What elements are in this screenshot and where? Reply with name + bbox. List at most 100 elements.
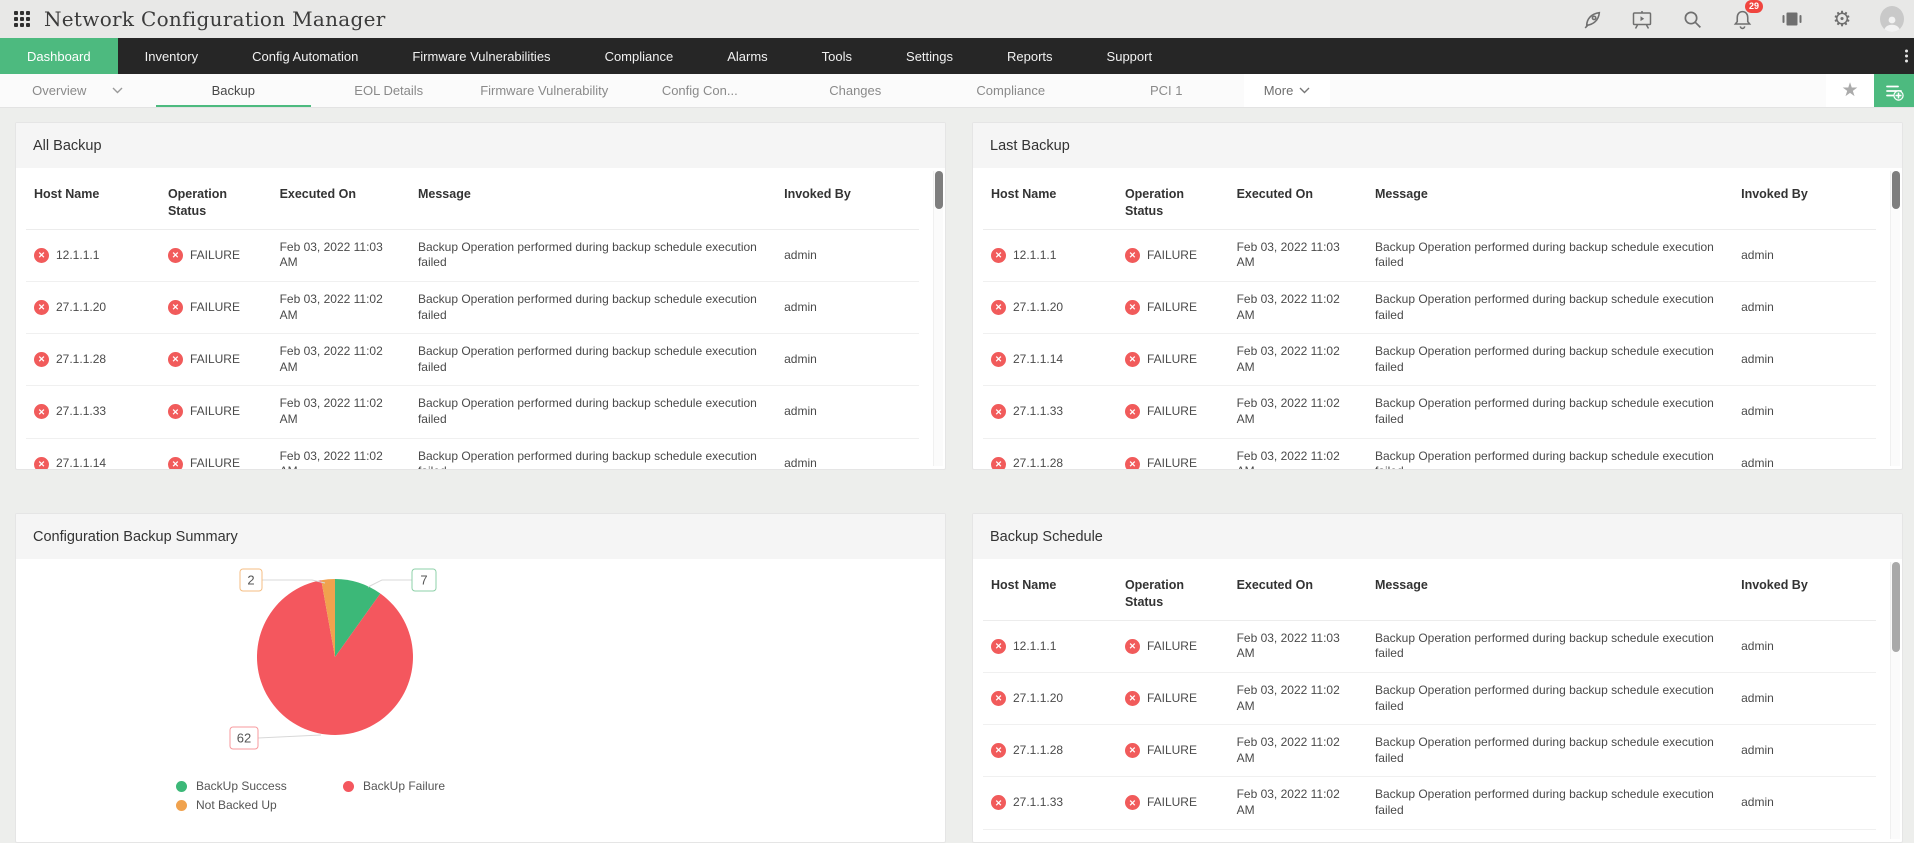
panel-header: Backup Schedule [973, 514, 1902, 559]
column-header-executed-on[interactable]: Executed On [271, 176, 410, 230]
nav-tab-alarms[interactable]: Alarms [700, 38, 794, 74]
table-row[interactable]: ✕ 27.1.1.28 ✕ FAILURE Feb 03, 2022 11:02 AMB… [983, 438, 1876, 469]
search-icon[interactable] [1680, 7, 1704, 31]
settings-gear-icon[interactable]: ⚙ [1830, 7, 1854, 31]
nav-tab-support[interactable]: Support [1080, 38, 1180, 74]
apps-grid-icon[interactable] [14, 11, 30, 27]
invoked-by-cell: admin [1733, 620, 1876, 673]
column-header-executed-on[interactable]: Executed On [1228, 176, 1367, 230]
executed-on-cell: Feb 03, 2022 11:02 AM [1228, 385, 1367, 439]
column-header-message[interactable]: Message [1366, 567, 1734, 621]
failure-status-icon: ✕ [991, 404, 1006, 420]
table-scrollbar[interactable] [1890, 171, 1900, 466]
operation-status: FAILURE [189, 456, 240, 469]
chart-legend: BackUp Success BackUp Failure Not Backed U… [176, 779, 563, 812]
dashboard-tab-overview[interactable]: Overview [0, 74, 156, 107]
column-header-executed-on[interactable]: Executed On [1228, 567, 1367, 621]
failure-status-icon: ✕ [34, 404, 49, 420]
invoked-by-cell: admin [1733, 724, 1876, 778]
table-row[interactable]: ✕ 27.1.1.20 ✕ FAILURE Feb 03, 2022 11:02 AM B… [983, 281, 1876, 335]
dashboard-tab-eol-details[interactable]: EOL Details [311, 74, 467, 107]
table-row[interactable]: ✕ 27.1.1.28 ✕ FAILURE Feb 03, 2022 11:02 AMB… [26, 333, 919, 387]
host-name: 27.1.1.33 [56, 404, 107, 419]
column-header-invoked-by[interactable]: Invoked By [776, 176, 919, 230]
column-header-message[interactable]: Message [1366, 176, 1734, 230]
tab-label: Compliance [976, 83, 1046, 98]
last-backup-table-body: Host Name Operation Status Executed On Mess… [973, 168, 1902, 469]
legend-item-backup-success[interactable]: BackUp Success [176, 779, 343, 793]
top-bar: Network Configuration Manager 29 ⚙ [0, 0, 1914, 38]
column-header-operation-status[interactable]: Operation Status [1116, 176, 1229, 230]
nav-tab-reports[interactable]: Reports [980, 38, 1080, 74]
dashboard-tab-firmware-vulnerability[interactable]: Firmware Vulnerability [467, 74, 623, 107]
dashboard-tabs: Overview Backup EOL Details Firmware Vulner… [0, 74, 1330, 107]
legend-item-backup-failure[interactable]: BackUp Failure [343, 779, 563, 793]
legend-item-not-backed-up[interactable]: Not Backed Up [176, 798, 343, 812]
table-row[interactable]: ✕ 27.1.1.33 ✕ FAILURE Feb 03, 2022 11:02 AM B… [983, 776, 1876, 830]
legend-label: BackUp Success [196, 779, 287, 793]
table-row[interactable]: ✕ 12.1.1.1 ✕ FAILURE Feb 03, 2022 11:03 AM Ba… [983, 229, 1876, 282]
table-row[interactable]: ✕ 27.1.1.33 ✕ FAILURE Feb 03, 2022 11:02 AM B… [983, 385, 1876, 439]
dashboard-tab-changes[interactable]: Changes [778, 74, 934, 107]
column-header-host-name[interactable]: Host Name [26, 176, 160, 230]
executed-on-cell: Feb 03, 2022 11:02 AM [271, 385, 410, 439]
table-row[interactable]: ✕ 12.1.1.1 ✕ FAILURE Feb 03, 2022 11:03 AM Ba… [983, 620, 1876, 673]
table-scrollbar[interactable] [933, 171, 943, 466]
table-row[interactable]: ✕ 27.1.1.14 ✕ FAILURE Feb 03, 2022 11:02 AMB… [983, 333, 1876, 387]
table-row[interactable]: ✕ 27.1.1.20 ✕ FAILURE Feb 03, 2022 11:02 AM B… [983, 672, 1876, 726]
nav-tab-firmware-vulnerabilities[interactable]: Firmware Vulnerabilities [385, 38, 577, 74]
rocket-icon[interactable] [1580, 7, 1604, 31]
notifications-bell-icon[interactable]: 29 [1730, 0, 1763, 31]
column-header-invoked-by[interactable]: Invoked By [1733, 176, 1876, 230]
operation-status-cell: ✕ FAILURE [159, 281, 272, 335]
column-header-operation-status[interactable]: Operation Status [159, 176, 272, 230]
invoked-by-cell: admin [1733, 333, 1876, 387]
dashboard-tab-pci-1[interactable]: PCI 1 [1089, 74, 1245, 107]
failure-status-icon: ✕ [1124, 638, 1140, 654]
column-header-invoked-by[interactable]: Invoked By [1733, 567, 1876, 621]
favorite-star-button[interactable]: ★ [1826, 74, 1874, 107]
dashboard-tab-compliance[interactable]: Compliance [933, 74, 1089, 107]
user-avatar[interactable] [1880, 6, 1904, 32]
failure-status-icon: ✕ [34, 300, 49, 316]
panel-header: All Backup [16, 123, 945, 168]
presentation-play-icon[interactable] [1630, 7, 1654, 31]
host-name: 27.1.1.20 [56, 299, 107, 314]
column-header-host-name[interactable]: Host Name [983, 176, 1117, 230]
table-row[interactable]: ✕ 27.1.1.33 ✕ FAILURE Feb 03, 2022 11:02 AM B… [26, 385, 919, 439]
operation-status: FAILURE [1146, 351, 1197, 366]
table-scrollbar[interactable] [1890, 562, 1900, 839]
nav-tab-settings[interactable]: Settings [879, 38, 980, 74]
add-dashboard-button[interactable] [1874, 74, 1914, 107]
column-header-operation-status[interactable]: Operation Status [1116, 567, 1229, 621]
display-wall-icon[interactable] [1780, 7, 1804, 31]
dashboard-tab-backup[interactable]: Backup [156, 74, 312, 107]
pie-chart-wrap: 7 62 2 BackUp Success BackUp Failure Not Bac… [26, 567, 935, 842]
failure-status-icon: ✕ [1124, 456, 1140, 469]
nav-tab-tools[interactable]: Tools [795, 38, 879, 74]
host-name-cell: ✕ 27.1.1.20 [26, 281, 160, 335]
nav-tab-config-automation[interactable]: Config Automation [225, 38, 385, 74]
failure-status-icon: ✕ [991, 456, 1006, 469]
nav-tab-inventory[interactable]: Inventory [118, 38, 225, 74]
invoked-by-cell: admin [776, 229, 919, 282]
table-row[interactable]: ✕ 12.1.1.1 ✕ FAILURE Feb 03, 2022 11:03 AM Ba… [26, 229, 919, 282]
failure-status-icon: ✕ [991, 691, 1006, 707]
table-row[interactable]: ✕ 27.1.1.20 ✕ FAILURE Feb 03, 2022 11:02 AM B… [26, 281, 919, 335]
column-header-message[interactable]: Message [409, 176, 777, 230]
host-name-cell: ✕ 27.1.1.20 [983, 672, 1117, 726]
nav-tab-compliance[interactable]: Compliance [578, 38, 701, 74]
invoked-by-cell: admin [1733, 229, 1876, 282]
last-backup-table: Host Name Operation Status Executed On Mess… [983, 176, 1876, 469]
table-row[interactable]: ✕ 27.1.1.28 ✕ FAILURE Feb 03, 2022 11:02 AMB… [983, 724, 1876, 778]
executed-on-cell: Feb 03, 2022 11:02 AM [271, 333, 410, 387]
nav-overflow-kebab-icon[interactable] [1905, 49, 1908, 63]
chevron-down-icon [1299, 87, 1310, 94]
host-name-cell: ✕ 27.1.1.28 [983, 724, 1117, 778]
host-name: 27.1.1.28 [56, 351, 107, 366]
table-row[interactable]: ✕ 27.1.1.14 ✕ FAILURE Feb 03, 2022 11:02 AMB… [26, 438, 919, 469]
column-header-host-name[interactable]: Host Name [983, 567, 1117, 621]
dashboard-tab-config-con[interactable]: Config Con... [622, 74, 778, 107]
dashboard-tab-more[interactable]: More [1244, 74, 1330, 107]
nav-tab-dashboard[interactable]: Dashboard [0, 38, 118, 74]
